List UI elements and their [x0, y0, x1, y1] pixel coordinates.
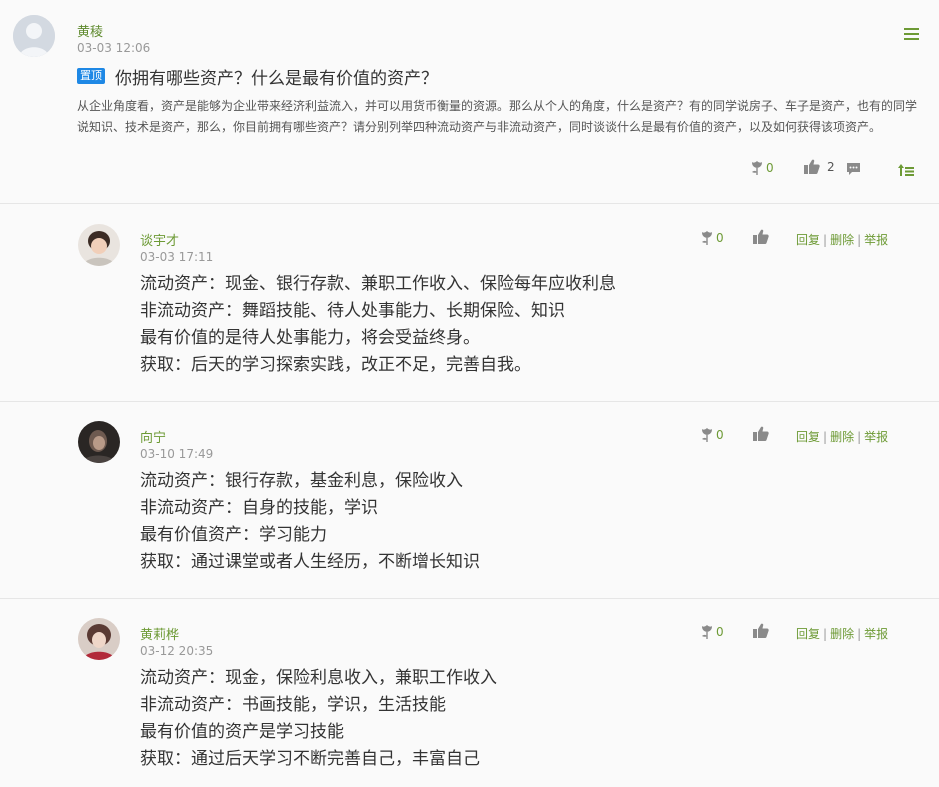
- reply-item: 黄莉桦 03-12 20:35 0 回复 | 删除 | 举报 流动资产：现金，保险利息收…: [0, 599, 939, 787]
- flower-icon: [702, 428, 712, 442]
- reply-line: 获取：通过课堂或者人生经历，不断增长知识: [140, 552, 480, 572]
- reply-line: 获取：通过后天学习不断完善自己，丰富自己: [140, 749, 480, 769]
- delete-link[interactable]: 删除: [830, 233, 854, 247]
- separator: |: [823, 430, 828, 444]
- reply-flower-button[interactable]: 0: [700, 427, 724, 443]
- reply-time: 03-12 20:35: [140, 644, 214, 658]
- reply-flower-button[interactable]: 0: [700, 624, 724, 640]
- post-flower-count: 0: [766, 161, 774, 175]
- comment-icon: [847, 163, 860, 175]
- reply-like-button[interactable]: [753, 229, 769, 244]
- separator: |: [857, 233, 862, 247]
- reply-line: 最有价值的是待人处事能力，将会受益终身。: [140, 328, 480, 348]
- reply-content: 流动资产：现金，保险利息收入，兼职工作收入 非流动资产：书画技能，学识，生活技能…: [140, 665, 497, 773]
- reply-link[interactable]: 回复: [796, 430, 820, 444]
- thumbs-up-icon: [753, 623, 769, 638]
- reply-author[interactable]: 谈宇才: [140, 230, 179, 249]
- reply-time: 03-10 17:49: [140, 447, 214, 461]
- reply-content: 流动资产：银行存款，基金利息，保险收入 非流动资产：自身的技能，学识 最有价值资…: [140, 468, 480, 576]
- reply-links: 回复 | 删除 | 举报: [796, 428, 888, 445]
- reply-line: 最有价值的资产是学习技能: [140, 722, 344, 742]
- pinned-badge: 置顶: [77, 68, 105, 84]
- reply-links: 回复 | 删除 | 举报: [796, 231, 888, 248]
- flower-icon: [702, 625, 712, 639]
- reply-flower-count: 0: [716, 428, 724, 442]
- user-photo-icon: [78, 421, 120, 463]
- delete-link[interactable]: 删除: [830, 430, 854, 444]
- reply-author[interactable]: 向宁: [140, 427, 166, 446]
- sort-icon: [898, 164, 914, 176]
- reply-flower-count: 0: [716, 625, 724, 639]
- reply-line: 最有价值资产：学习能力: [140, 525, 327, 545]
- thumbs-up-icon: [753, 229, 769, 244]
- flower-icon: [752, 161, 762, 175]
- separator: |: [857, 430, 862, 444]
- main-post: 黄稜 03-03 12:06 置顶 你拥有哪些资产？什么是最有价值的资产？ 从企…: [0, 0, 939, 204]
- reply-author[interactable]: 黄莉桦: [140, 624, 179, 643]
- reply-line: 非流动资产：舞蹈技能、待人处事能力、长期保险、知识: [140, 301, 565, 321]
- report-link[interactable]: 举报: [864, 627, 888, 641]
- reply-item: 谈宇才 03-03 17:11 0 回复 | 删除 | 举报 流动资产：现金、银行存款、…: [0, 205, 939, 402]
- post-flower-button[interactable]: 0: [750, 160, 774, 176]
- reply-content: 流动资产：现金、银行存款、兼职工作收入、保险每年应收利息 非流动资产：舞蹈技能、…: [140, 271, 616, 379]
- flower-icon: [702, 231, 712, 245]
- post-actions: 0 2: [0, 158, 939, 182]
- reply-line: 非流动资产：书画技能，学识，生活技能: [140, 695, 446, 715]
- user-photo-icon: [78, 618, 120, 660]
- reply-line: 流动资产：现金，保险利息收入，兼职工作收入: [140, 668, 497, 688]
- thumbs-up-icon: [753, 426, 769, 441]
- reply-link[interactable]: 回复: [796, 627, 820, 641]
- post-author[interactable]: 黄稜: [77, 21, 103, 40]
- post-like-count: 2: [827, 159, 835, 174]
- reply-line: 流动资产：现金、银行存款、兼职工作收入、保险每年应收利息: [140, 274, 616, 294]
- menu-icon[interactable]: [904, 28, 919, 40]
- reply-link[interactable]: 回复: [796, 233, 820, 247]
- reply-like-button[interactable]: [753, 426, 769, 441]
- delete-link[interactable]: 删除: [830, 627, 854, 641]
- post-body: 从企业角度看，资产是能够为企业带来经济利益流入，并可以用货币衡量的资源。那么从个…: [77, 99, 918, 134]
- post-title-row: 置顶 你拥有哪些资产？什么是最有价值的资产？: [77, 65, 438, 89]
- reply-line: 流动资产：银行存款，基金利息，保险收入: [140, 471, 463, 491]
- reply-avatar[interactable]: [78, 618, 120, 660]
- post-title: 你拥有哪些资产？什么是最有价值的资产？: [115, 68, 438, 89]
- reply-like-button[interactable]: [753, 623, 769, 638]
- thumbs-up-icon: [804, 159, 820, 174]
- comment-button[interactable]: [846, 162, 861, 176]
- reply-links: 回复 | 删除 | 举报: [796, 625, 888, 642]
- post-like-button[interactable]: 2: [804, 159, 835, 174]
- separator: |: [857, 627, 862, 641]
- default-user-icon: [13, 15, 55, 57]
- author-avatar[interactable]: [13, 15, 55, 57]
- separator: |: [823, 627, 828, 641]
- reply-item: 向宁 03-10 17:49 0 回复 | 删除 | 举报 流动资产：银行存款，基金利息…: [0, 402, 939, 599]
- reply-flower-button[interactable]: 0: [700, 230, 724, 246]
- user-photo-icon: [78, 224, 120, 266]
- reply-time: 03-03 17:11: [140, 250, 214, 264]
- sort-button[interactable]: [898, 164, 914, 176]
- reply-avatar[interactable]: [78, 421, 120, 463]
- reply-line: 非流动资产：自身的技能，学识: [140, 498, 378, 518]
- report-link[interactable]: 举报: [864, 430, 888, 444]
- reply-avatar[interactable]: [78, 224, 120, 266]
- report-link[interactable]: 举报: [864, 233, 888, 247]
- reply-line: 获取：后天的学习探索实践，改正不足，完善自我。: [140, 355, 531, 375]
- separator: |: [823, 233, 828, 247]
- post-time: 03-03 12:06: [77, 41, 151, 55]
- reply-flower-count: 0: [716, 231, 724, 245]
